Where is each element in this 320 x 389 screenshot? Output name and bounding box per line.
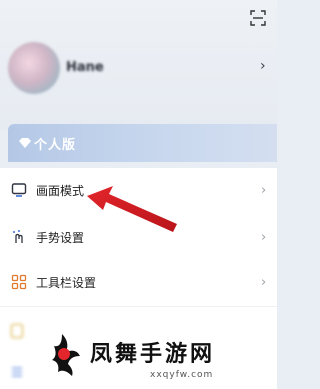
list-icon bbox=[12, 367, 22, 377]
profile-card[interactable]: Hane › bbox=[0, 42, 277, 104]
chevron-right-icon: › bbox=[261, 182, 267, 198]
document-icon bbox=[10, 323, 24, 339]
gesture-icon bbox=[10, 228, 28, 246]
screen-icon bbox=[10, 181, 28, 199]
scan-icon bbox=[250, 10, 266, 26]
avatar[interactable] bbox=[8, 42, 60, 94]
diamond-icon bbox=[18, 137, 32, 149]
scan-button[interactable] bbox=[246, 6, 270, 30]
watermark: 凤舞手游网 xxqyfw.com bbox=[40, 332, 270, 382]
menu-item-toolbar-settings[interactable]: 工具栏设置 › bbox=[0, 260, 277, 304]
divider bbox=[0, 306, 277, 307]
watermark-url: xxqyfw.com bbox=[150, 370, 214, 380]
chevron-right-icon: › bbox=[261, 229, 267, 245]
username: Hane bbox=[66, 60, 104, 75]
annotation-arrow bbox=[87, 186, 177, 232]
chevron-right-icon: › bbox=[260, 58, 266, 74]
toolbar-grid-icon bbox=[10, 273, 28, 291]
menu-item-label: 画面模式 bbox=[36, 183, 85, 198]
vip-label: 个人版 bbox=[34, 137, 77, 153]
menu-item-label: 工具栏设置 bbox=[36, 275, 97, 290]
chevron-right-icon: › bbox=[261, 274, 267, 290]
watermark-brand: 凤舞手游网 bbox=[90, 342, 216, 367]
phoenix-logo bbox=[52, 334, 80, 376]
menu-item-label: 手势设置 bbox=[36, 230, 85, 245]
vip-banner[interactable]: 个人版 bbox=[8, 124, 277, 162]
